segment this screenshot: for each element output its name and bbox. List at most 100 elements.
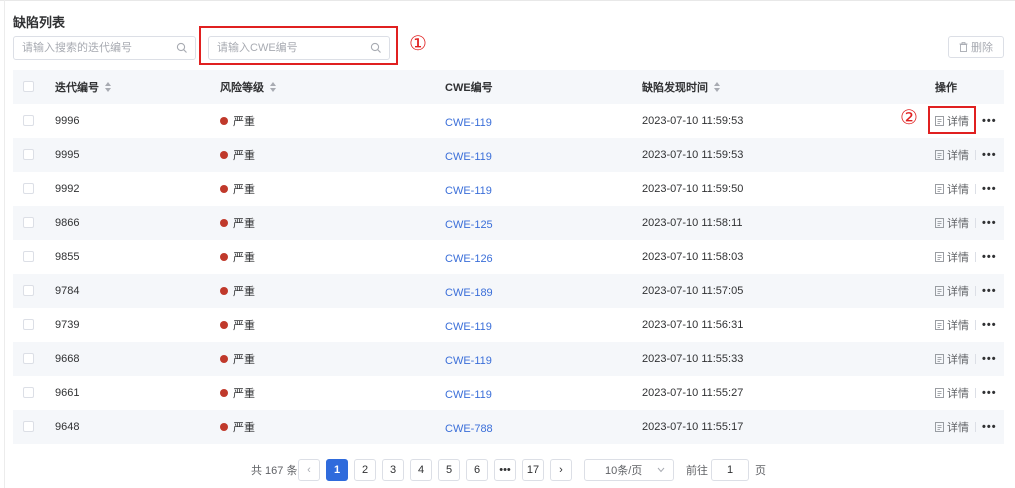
goto-suffix: 页 <box>755 465 766 477</box>
operation-separator <box>975 218 976 228</box>
detail-button[interactable]: 详情 <box>935 215 969 231</box>
operation-cell: 详情 ••• <box>935 342 997 376</box>
operation-separator <box>975 252 976 262</box>
table-row: 9648 严重 CWE-788 2023-07-10 11:55:17 详情 •… <box>13 410 1004 444</box>
risk-cell: 严重 <box>220 104 255 138</box>
iteration-cell: 9996 <box>55 115 80 127</box>
time-cell: 2023-07-10 11:58:03 <box>642 251 744 263</box>
risk-dot-icon <box>220 219 228 227</box>
more-actions-button[interactable]: ••• <box>982 115 997 127</box>
time-cell: 2023-07-10 11:59:53 <box>642 149 744 161</box>
annotation-highlight-detail <box>928 106 976 134</box>
top-divider <box>0 0 1015 1</box>
more-actions-button[interactable]: ••• <box>982 183 997 195</box>
operation-cell: 详情 ••• <box>935 274 997 308</box>
header-operation: 操作 <box>935 82 957 94</box>
cwe-link[interactable]: CWE-189 <box>445 287 493 299</box>
more-actions-button[interactable]: ••• <box>982 285 997 297</box>
cwe-link[interactable]: CWE-119 <box>445 151 492 163</box>
cwe-link[interactable]: CWE-126 <box>445 253 493 265</box>
more-actions-button[interactable]: ••• <box>982 353 997 365</box>
document-icon <box>935 388 944 398</box>
pagination-page-button[interactable]: 3 <box>382 459 404 481</box>
row-checkbox[interactable] <box>23 285 34 296</box>
row-checkbox[interactable] <box>23 421 34 432</box>
time-cell: 2023-07-10 11:55:27 <box>642 387 744 399</box>
risk-cell: 严重 <box>220 342 255 376</box>
operation-cell: 详情 ••• <box>935 206 997 240</box>
annotation-marker-one: ① <box>409 31 427 55</box>
cwe-link[interactable]: CWE-119 <box>445 117 492 129</box>
risk-dot-icon <box>220 321 228 329</box>
pagination-page-button[interactable]: 2 <box>354 459 376 481</box>
iteration-cell: 9866 <box>55 217 80 229</box>
header-time[interactable]: 缺陷发现时间 <box>642 70 720 104</box>
pagination-prev-button[interactable]: ‹ <box>298 459 320 481</box>
detail-button[interactable]: 详情 <box>935 419 969 435</box>
detail-button[interactable]: 详情 <box>935 317 969 333</box>
operation-separator <box>975 422 976 432</box>
chevron-down-icon <box>657 467 665 473</box>
more-actions-button[interactable]: ••• <box>982 149 997 161</box>
row-checkbox[interactable] <box>23 353 34 364</box>
detail-button[interactable]: 详情 <box>935 351 969 367</box>
row-checkbox[interactable] <box>23 387 34 398</box>
cwe-link[interactable]: CWE-119 <box>445 355 492 367</box>
header-risk[interactable]: 风险等级 <box>220 70 276 104</box>
risk-dot-icon <box>220 253 228 261</box>
operation-separator <box>975 150 976 160</box>
time-cell: 2023-07-10 11:55:33 <box>642 353 744 365</box>
pagination-ellipsis[interactable]: ••• <box>494 459 516 481</box>
more-actions-button[interactable]: ••• <box>982 251 997 263</box>
detail-button[interactable]: 详情 <box>935 181 969 197</box>
sort-icon[interactable] <box>270 82 276 92</box>
sort-icon[interactable] <box>105 82 111 92</box>
cwe-link[interactable]: CWE-119 <box>445 185 492 197</box>
row-checkbox[interactable] <box>23 319 34 330</box>
detail-button[interactable]: 详情 <box>935 283 969 299</box>
time-cell: 2023-07-10 11:59:53 <box>642 115 744 127</box>
detail-button[interactable]: 详情 <box>935 147 969 163</box>
page-size-select[interactable]: 10条/页 <box>584 459 674 481</box>
cwe-link[interactable]: CWE-119 <box>445 389 492 401</box>
table-row: 9866 严重 CWE-125 2023-07-10 11:58:11 详情 •… <box>13 206 1004 240</box>
operation-cell: 详情 ••• <box>935 138 997 172</box>
pagination-page-button[interactable]: 6 <box>466 459 488 481</box>
pagination-page-button[interactable]: 1 <box>326 459 348 481</box>
operation-cell: 详情 ••• <box>935 240 997 274</box>
operation-separator <box>975 388 976 398</box>
sort-icon[interactable] <box>714 82 720 92</box>
select-all-checkbox[interactable] <box>23 81 34 92</box>
time-cell: 2023-07-10 11:57:05 <box>642 285 744 297</box>
more-actions-button[interactable]: ••• <box>982 217 997 229</box>
more-actions-button[interactable]: ••• <box>982 319 997 331</box>
header-iteration[interactable]: 迭代编号 <box>55 70 111 104</box>
cwe-link[interactable]: CWE-788 <box>445 423 493 435</box>
detail-button[interactable]: 详情 <box>935 385 969 401</box>
cwe-cell: CWE-119 <box>445 308 492 342</box>
pagination-page-button[interactable]: 17 <box>522 459 544 481</box>
detail-button[interactable]: 详情 <box>935 249 969 265</box>
iteration-search-input[interactable] <box>14 37 195 59</box>
risk-dot-icon <box>220 423 228 431</box>
pagination-next-button[interactable]: › <box>550 459 572 481</box>
row-checkbox[interactable] <box>23 149 34 160</box>
row-checkbox[interactable] <box>23 251 34 262</box>
pagination-page-button[interactable]: 5 <box>438 459 460 481</box>
delete-button[interactable]: 删除 <box>948 36 1004 58</box>
row-checkbox[interactable] <box>23 217 34 228</box>
row-checkbox[interactable] <box>23 115 34 126</box>
more-actions-button[interactable]: ••• <box>982 421 997 433</box>
pagination-total: 共 167 条 <box>251 465 298 477</box>
iteration-cell: 9855 <box>55 251 80 263</box>
operation-cell: 详情 ••• <box>935 172 997 206</box>
cwe-link[interactable]: CWE-125 <box>445 219 493 231</box>
page-title: 缺陷列表 <box>13 15 66 30</box>
iteration-search-box[interactable] <box>13 36 196 60</box>
cwe-link[interactable]: CWE-119 <box>445 321 492 333</box>
more-actions-button[interactable]: ••• <box>982 387 997 399</box>
time-cell: 2023-07-10 11:55:17 <box>642 421 744 433</box>
goto-page-input[interactable]: 1 <box>711 459 749 481</box>
pagination-page-button[interactable]: 4 <box>410 459 432 481</box>
row-checkbox[interactable] <box>23 183 34 194</box>
